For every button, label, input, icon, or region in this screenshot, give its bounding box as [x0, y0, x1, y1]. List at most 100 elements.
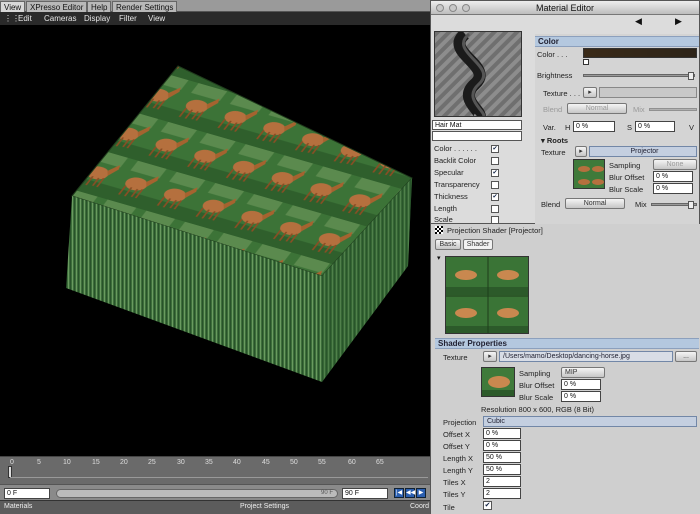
step-back-icon[interactable]: ◀◀ — [405, 488, 415, 498]
h-value-field[interactable]: 0 % — [573, 121, 615, 132]
blend-select[interactable]: Normal — [567, 103, 627, 114]
play-icon[interactable]: ▶ — [416, 488, 426, 498]
tab-view[interactable]: View — [0, 1, 26, 12]
sampling-label: Sampling — [519, 369, 551, 378]
materials-tab[interactable]: Materials — [4, 503, 32, 510]
menu-edit[interactable]: Edit — [18, 13, 32, 25]
offset-y-field[interactable]: 0 % — [483, 440, 521, 451]
roots-blur-scale-field[interactable]: 0 % — [653, 183, 693, 194]
roots-blend-label: Blend — [541, 200, 561, 209]
texture-field[interactable] — [599, 87, 697, 98]
tab-help[interactable]: Help — [87, 1, 112, 12]
channel-thickness[interactable]: Thickness ✔ — [434, 191, 499, 203]
texture-path-field[interactable]: /Users/mamo/Desktop/dancing-horse.jpg — [499, 351, 673, 362]
material-channel-settings: Color Color . . . Brightness Texture . .… — [535, 34, 699, 224]
viewport-menu-bar: ⋮⋮ Edit Cameras Display Filter View — [0, 12, 430, 26]
timeline-tick: 50 — [290, 459, 298, 466]
material-name-field[interactable]: Hair Mat — [432, 120, 522, 130]
length-x-field[interactable]: 50 % — [483, 452, 521, 463]
hair-preview-image — [435, 32, 521, 116]
material-name-secondary-field[interactable] — [432, 131, 522, 141]
blur-offset-field[interactable]: 0 % — [561, 379, 601, 390]
channel-specular[interactable]: Specular ✔ — [434, 167, 499, 179]
projection-shader-title: Projection Shader [Projector] — [447, 226, 543, 235]
dropdown-arrow-icon[interactable]: ▸ — [575, 146, 587, 157]
roots-texture-select[interactable]: Projector — [589, 146, 697, 157]
roots-sampling-select[interactable]: None — [653, 159, 697, 170]
var-label: Var. — [543, 123, 556, 132]
channel-transparency[interactable]: Transparency — [434, 179, 499, 191]
timeline[interactable]: 0 5 10 15 20 25 30 35 40 45 50 55 60 65 — [0, 456, 430, 484]
roots-label-text: Roots — [546, 136, 569, 145]
projection-select[interactable]: Cubic — [483, 416, 697, 427]
material-editor-title[interactable]: Material Editor — [431, 1, 699, 15]
tiles-x-field[interactable]: 2 — [483, 476, 521, 487]
roots-sampling-label: Sampling — [609, 161, 641, 170]
color-label: Color . . . — [537, 50, 568, 59]
menu-view[interactable]: View — [148, 13, 165, 25]
tab-xpresso-editor[interactable]: XPresso Editor — [26, 1, 88, 12]
arrow-left-icon[interactable]: ◀ — [635, 16, 642, 27]
material-preview[interactable] — [434, 31, 522, 117]
horse-tiled-preview-image — [446, 257, 528, 333]
collapse-arrow-icon[interactable]: ▾ — [437, 254, 441, 262]
mix-slider[interactable] — [649, 108, 697, 111]
start-frame-field[interactable]: 0 F — [4, 488, 50, 499]
goto-start-icon[interactable]: |◀ — [394, 488, 404, 498]
channel-color[interactable]: Color . . . . . . ✔ — [434, 143, 499, 155]
3d-viewport[interactable] — [0, 26, 430, 456]
timeline-tick: 0 — [10, 459, 14, 466]
tab-basic[interactable]: Basic — [435, 239, 461, 250]
texture-browse-button[interactable]: ... — [675, 351, 697, 362]
channel-backlit-color[interactable]: Backlit Color — [434, 155, 499, 167]
roots-mix-slider[interactable] — [651, 201, 697, 209]
blur-scale-field[interactable]: 0 % — [561, 391, 601, 402]
end-frame-field[interactable]: 90 F — [342, 488, 388, 499]
roots-blend-select[interactable]: Normal — [565, 198, 625, 209]
window-zoom-icon[interactable] — [462, 4, 470, 12]
tile-label: Tile — [443, 503, 455, 512]
offset-x-field[interactable]: 0 % — [483, 428, 521, 439]
frame-range-slider[interactable]: 90 F — [56, 489, 338, 498]
sampling-select[interactable]: MIP — [561, 367, 605, 378]
menu-display[interactable]: Display — [84, 13, 110, 25]
checkbox-checked-icon[interactable]: ✔ — [491, 193, 499, 201]
texture-thumbnail — [481, 367, 515, 397]
brightness-slider[interactable] — [583, 72, 695, 80]
slider-knob-icon[interactable] — [688, 72, 694, 80]
channel-label: Color . . . . . . — [434, 144, 477, 153]
menu-filter[interactable]: Filter — [119, 13, 137, 25]
checkbox-icon[interactable] — [491, 181, 499, 189]
roots-texture-thumbnail — [573, 159, 605, 189]
dropdown-arrow-icon[interactable]: ▸ — [483, 351, 497, 362]
arrow-right-icon[interactable]: ▶ — [675, 16, 682, 27]
tab-render-settings[interactable]: Render Settings — [112, 1, 178, 12]
checkbox-checked-icon[interactable]: ✔ — [491, 145, 499, 153]
section-header-color: Color — [535, 36, 699, 47]
tile-checkbox-checked-icon[interactable]: ✔ — [483, 501, 492, 510]
channel-label: Backlit Color — [434, 156, 477, 165]
tab-shader[interactable]: Shader — [463, 239, 493, 250]
window-close-icon[interactable] — [436, 4, 444, 12]
timeline-tick: 5 — [37, 459, 41, 466]
checkbox-icon[interactable] — [491, 205, 499, 213]
roots-blur-offset-field[interactable]: 0 % — [653, 171, 693, 182]
length-y-field[interactable]: 50 % — [483, 464, 521, 475]
timeline-tick: 10 — [63, 459, 71, 466]
coordinates-tab[interactable]: Coord — [410, 503, 429, 510]
checkbox-icon[interactable] — [491, 157, 499, 165]
dropdown-arrow-icon[interactable]: ▸ — [583, 87, 597, 98]
bottom-panel-bar: Materials Project Settings Coord — [0, 500, 430, 514]
s-value-field[interactable]: 0 % — [635, 121, 675, 132]
menu-cameras[interactable]: Cameras — [44, 13, 76, 25]
slider-knob-icon[interactable] — [688, 201, 694, 209]
tiles-y-field[interactable]: 2 — [483, 488, 521, 499]
window-title-text: Material Editor — [535, 3, 595, 13]
checkbox-checked-icon[interactable]: ✔ — [491, 169, 499, 177]
checkbox-icon[interactable] — [491, 216, 499, 224]
project-settings-tab[interactable]: Project Settings — [240, 503, 289, 510]
gradient-knot-icon[interactable] — [583, 59, 589, 65]
tiles-x-label: Tiles X — [443, 478, 466, 487]
color-gradient-bar[interactable] — [583, 48, 697, 58]
window-minimize-icon[interactable] — [449, 4, 457, 12]
